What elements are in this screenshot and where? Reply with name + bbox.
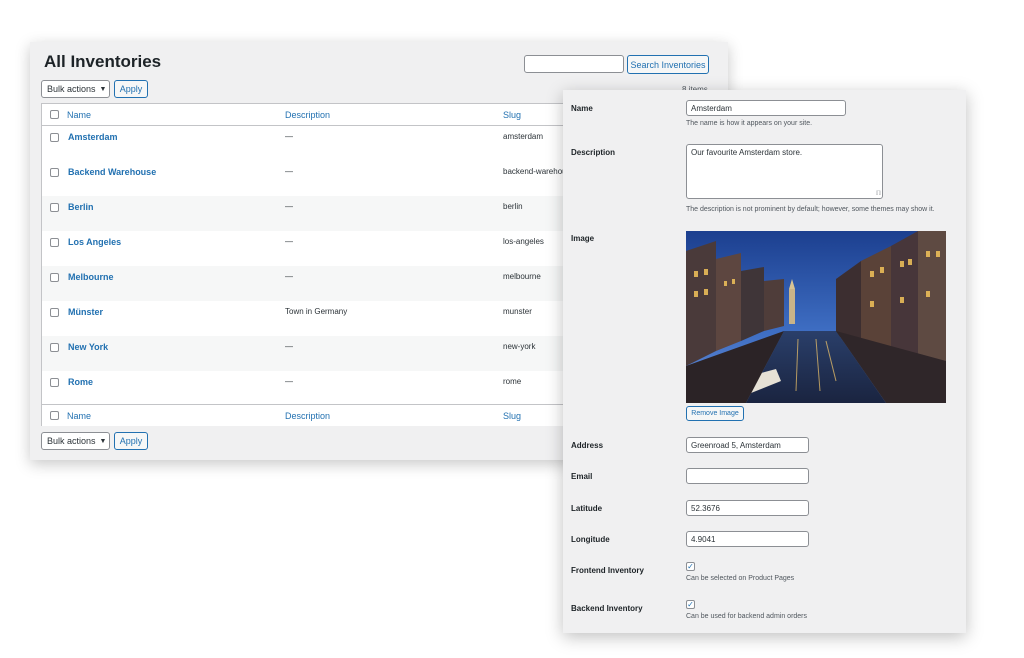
resize-grip-icon[interactable]: ℿ: [876, 191, 881, 197]
row-description: —: [285, 342, 293, 351]
edit-inventory-panel: Name Amsterdam The name is how it appear…: [563, 90, 966, 633]
column-name-header[interactable]: Name: [67, 110, 91, 120]
image-label: Image: [571, 234, 595, 243]
row-description: —: [285, 377, 293, 386]
row-description: —: [285, 272, 293, 281]
row-checkbox[interactable]: [50, 168, 59, 177]
row-name-link[interactable]: Rome: [68, 377, 93, 387]
column-slug-header[interactable]: Slug: [503, 110, 521, 120]
row-checkbox[interactable]: [50, 343, 59, 352]
email-label: Email: [571, 472, 593, 481]
frontend-inventory-label: Frontend Inventory: [571, 566, 644, 575]
bulk-actions-label: Bulk actions: [47, 436, 96, 446]
row-description: —: [285, 237, 293, 246]
chevron-down-icon: ▼: [99, 85, 107, 93]
column-description-header[interactable]: Description: [285, 110, 330, 120]
row-description: —: [285, 132, 293, 141]
select-all-checkbox[interactable]: [50, 110, 59, 119]
backend-inventory-checkbox[interactable]: ✓: [686, 600, 695, 609]
row-checkbox[interactable]: [50, 308, 59, 317]
row-name-link[interactable]: Amsterdam: [68, 132, 118, 142]
row-name-link[interactable]: New York: [68, 342, 108, 352]
checkmark-icon: ✓: [687, 561, 694, 571]
latitude-field[interactable]: 52.3676: [686, 500, 809, 516]
row-checkbox[interactable]: [50, 203, 59, 212]
row-name-link[interactable]: Münster: [68, 307, 103, 317]
description-field[interactable]: Our favourite Amsterdam store. ℿ: [686, 144, 883, 199]
row-slug: new-york: [503, 342, 536, 351]
row-name-link[interactable]: Los Angeles: [68, 237, 121, 247]
bulk-actions-select-bottom[interactable]: Bulk actions ▼: [41, 432, 110, 450]
row-checkbox[interactable]: [50, 238, 59, 247]
select-all-checkbox-footer[interactable]: [50, 411, 59, 420]
address-field[interactable]: Greenroad 5, Amsterdam: [686, 437, 809, 453]
row-checkbox[interactable]: [50, 133, 59, 142]
inventory-image: [686, 231, 946, 403]
apply-button-top[interactable]: Apply: [114, 80, 148, 98]
row-name-link[interactable]: Melbourne: [68, 272, 114, 282]
name-label: Name: [571, 104, 593, 113]
backend-inventory-help: Can be used for backend admin orders: [686, 613, 808, 620]
row-checkbox[interactable]: [50, 273, 59, 282]
row-name-link[interactable]: Berlin: [68, 202, 94, 212]
row-slug: los-angeles: [503, 237, 544, 246]
longitude-field[interactable]: 4.9041: [686, 531, 809, 547]
apply-button-bottom[interactable]: Apply: [114, 432, 148, 450]
description-help: The description is not prominent by defa…: [686, 206, 935, 213]
row-slug: berlin: [503, 202, 523, 211]
row-slug: rome: [503, 377, 522, 386]
bulk-actions-select-top[interactable]: Bulk actions ▼: [41, 80, 110, 98]
name-help: The name is how it appears on your site.: [686, 120, 813, 127]
bulk-actions-label: Bulk actions: [47, 84, 96, 94]
row-slug: amsterdam: [503, 132, 544, 141]
row-slug: munster: [503, 307, 532, 316]
column-name-footer[interactable]: Name: [67, 411, 91, 421]
search-inventories-button[interactable]: Search Inventories: [627, 55, 709, 74]
column-description-footer[interactable]: Description: [285, 411, 330, 421]
row-slug: melbourne: [503, 272, 541, 281]
backend-inventory-label: Backend Inventory: [571, 604, 643, 613]
row-description: Town in Germany: [285, 307, 348, 316]
address-label: Address: [571, 441, 604, 450]
description-label: Description: [571, 148, 616, 157]
frontend-inventory-checkbox[interactable]: ✓: [686, 562, 695, 571]
column-slug-footer[interactable]: Slug: [503, 411, 521, 421]
row-description: —: [285, 202, 293, 211]
frontend-inventory-help: Can be selected on Product Pages: [686, 575, 795, 582]
name-field[interactable]: Amsterdam: [686, 100, 846, 116]
longitude-label: Longitude: [571, 535, 610, 544]
search-input[interactable]: [524, 55, 624, 73]
remove-image-button[interactable]: Remove Image: [686, 406, 744, 421]
checkmark-icon: ✓: [687, 599, 694, 609]
row-checkbox[interactable]: [50, 378, 59, 387]
page-title: All Inventories: [44, 52, 162, 71]
row-description: —: [285, 167, 293, 176]
row-name-link[interactable]: Backend Warehouse: [68, 167, 156, 177]
latitude-label: Latitude: [571, 504, 603, 513]
description-text: Our favourite Amsterdam store.: [691, 148, 803, 157]
email-field[interactable]: [686, 468, 809, 484]
chevron-down-icon: ▼: [99, 437, 107, 445]
